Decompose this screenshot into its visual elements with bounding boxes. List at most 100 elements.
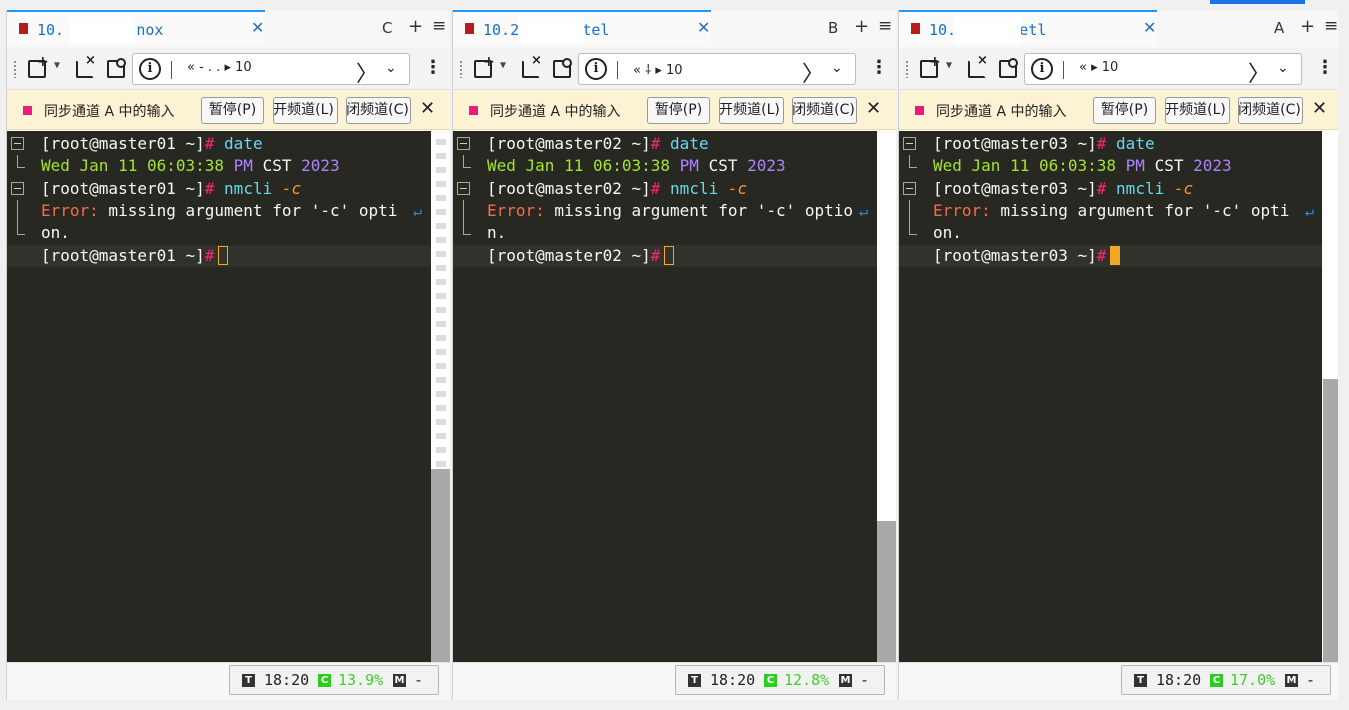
new-window-icon[interactable] [917, 50, 941, 80]
pause-button[interactable]: 暂停(P) [647, 97, 710, 124]
status-cpu: 13.9% [338, 671, 384, 689]
fold-icon[interactable] [457, 137, 470, 150]
open-channel-button[interactable]: 打开频道(L) [1165, 97, 1230, 124]
kebab-menu-icon[interactable]: ⋮ [1316, 57, 1334, 78]
fold-branch [463, 155, 471, 168]
time-badge-icon: T [1134, 674, 1147, 687]
toolbar: ▼ i « ⸸ ▸ 10 〉 ⌄ ⋮ [453, 48, 896, 90]
close-window-icon[interactable] [519, 49, 543, 80]
close-channel-button[interactable]: 关闭频道(C) [792, 97, 857, 124]
kebab-menu-icon[interactable]: ⋮ [870, 57, 888, 78]
sync-input-bar: 同步通道 A 中的输入 暂停(P) 打开频道(L) 关闭频道(C) ✕ [453, 90, 896, 130]
new-tab-icon[interactable]: + [854, 16, 869, 37]
chevron-down-icon[interactable]: ▼ [946, 60, 952, 71]
info-icon[interactable]: i [139, 58, 161, 80]
session-color-icon [19, 23, 28, 34]
terminal-output[interactable]: [root@master01 ~]# date Wed Jan 11 06:03… [7, 131, 431, 662]
fold-icon[interactable] [11, 182, 24, 195]
new-window-icon[interactable] [471, 50, 495, 80]
tab-bar: 10. 8-mellanox ✕ C + ≡ [7, 10, 450, 46]
tab-close-icon[interactable]: ✕ [1143, 18, 1156, 37]
fold-branch [909, 155, 917, 168]
chevron-down-icon[interactable]: ▼ [54, 60, 60, 71]
close-channel-button[interactable]: 关闭频道(C) [1238, 97, 1303, 124]
status-panel: T 18:20 C 17.0% M - [1121, 665, 1331, 695]
fold-icon[interactable] [11, 137, 24, 150]
address-bar[interactable]: i « ▸ 10 〉 ⌄ [1024, 53, 1302, 88]
tab-close-icon[interactable]: ✕ [697, 18, 710, 37]
kebab-menu-icon[interactable]: ⋮ [424, 57, 442, 78]
pause-button[interactable]: 暂停(P) [201, 97, 264, 124]
session-color-icon [465, 23, 474, 34]
duplicate-window-icon[interactable] [104, 56, 128, 80]
tab-menu-icon[interactable]: ≡ [1324, 16, 1338, 36]
sync-label: 同步通道 A 中的输入 [44, 104, 175, 120]
cpu-badge-icon: C [1210, 674, 1223, 687]
fold-icon[interactable] [903, 137, 916, 150]
terminal-output[interactable]: [root@master03 ~]# date Wed Jan 11 06:03… [899, 131, 1322, 662]
terminal-line: Error: missing argument for '-c' opti ↵ [899, 200, 1322, 222]
session-tab[interactable]: 10. 8-mellanox ✕ [7, 10, 265, 46]
memory-badge-icon: M [393, 674, 406, 687]
close-window-icon[interactable] [965, 49, 989, 80]
address-bar[interactable]: i « ⸸ ▸ 10 〉 ⌄ [578, 53, 856, 88]
terminal-line: on. [899, 222, 1322, 244]
terminal-output[interactable]: [root@master02 ~]# date Wed Jan 11 06:03… [453, 131, 877, 662]
terminal-current-line[interactable]: [root@master02 ~]# [453, 245, 877, 267]
address-bar[interactable]: i « - . . ▸ 10 〉 ⌄ [132, 53, 410, 88]
open-channel-button[interactable]: 打开频道(L) [719, 97, 784, 124]
close-icon[interactable]: ✕ [866, 98, 881, 119]
fold-branch [17, 200, 18, 222]
status-time: 18:20 [1156, 671, 1202, 689]
terminal-line: n. [453, 222, 877, 244]
session-tab[interactable]: 10. .14-inetl ✕ [899, 10, 1157, 46]
chevron-down-icon[interactable]: ▼ [500, 60, 506, 71]
toolbar-grip-icon[interactable] [13, 60, 17, 78]
scrollbar-thumb[interactable] [1323, 379, 1338, 662]
close-channel-button[interactable]: 关闭频道(C) [346, 97, 411, 124]
new-window-icon[interactable] [25, 50, 49, 80]
close-icon[interactable]: ✕ [1312, 98, 1327, 119]
tab-close-icon[interactable]: ✕ [251, 18, 264, 37]
chevron-down-icon[interactable]: ⌄ [831, 60, 843, 76]
chevron-right-icon[interactable]: 〉 [1248, 56, 1270, 88]
status-memory: - [860, 671, 870, 689]
duplicate-window-icon[interactable] [550, 56, 574, 80]
tab-menu-icon[interactable]: ≡ [878, 16, 892, 36]
status-bar: T 18:20 C 13.9% M - [7, 662, 450, 700]
close-icon[interactable]: ✕ [420, 98, 435, 119]
info-icon[interactable]: i [1031, 58, 1053, 80]
vertical-scrollbar[interactable] [877, 131, 896, 662]
fold-icon[interactable] [457, 182, 470, 195]
tab-menu-icon[interactable]: ≡ [432, 16, 446, 36]
scrollbar-thumb[interactable] [877, 521, 896, 662]
new-tab-icon[interactable]: + [1300, 16, 1315, 37]
toolbar-grip-icon[interactable] [459, 60, 463, 78]
cursor-block [1110, 246, 1121, 265]
pause-button[interactable]: 暂停(P) [1093, 97, 1156, 124]
terminal-current-line[interactable]: [root@master01 ~]# [7, 245, 431, 267]
chevron-right-icon[interactable]: 〉 [356, 56, 378, 88]
terminal-line: Error: missing argument for '-c' opti ↵ [7, 200, 431, 222]
status-bar: T 18:20 C 12.8% M - [453, 662, 896, 700]
open-channel-button[interactable]: 打开频道(L) [273, 97, 338, 124]
info-icon[interactable]: i [585, 58, 607, 80]
vertical-scrollbar[interactable] [1323, 131, 1338, 662]
terminal-current-line[interactable]: [root@master03 ~]# [899, 245, 1322, 267]
vertical-scrollbar[interactable] [431, 131, 450, 662]
tab-bar: 10. .14-inetl ✕ A + ≡ [899, 10, 1338, 46]
fold-branch [909, 222, 917, 235]
fold-icon[interactable] [903, 182, 916, 195]
new-tab-icon[interactable]: + [408, 16, 423, 37]
toolbar-grip-icon[interactable] [905, 60, 909, 78]
session-tab[interactable]: 10.2 .13-intel ✕ [453, 10, 711, 46]
terminal-line: [root@master01 ~]# nmcli -c [7, 178, 431, 200]
chevron-down-icon[interactable]: ⌄ [1277, 60, 1289, 76]
chevron-down-icon[interactable]: ⌄ [385, 60, 397, 76]
scrollbar-thumb[interactable] [431, 469, 450, 662]
redacted-block [955, 17, 1021, 43]
sync-indicator-icon [469, 106, 478, 115]
duplicate-window-icon[interactable] [996, 56, 1020, 80]
close-window-icon[interactable] [73, 49, 97, 80]
chevron-right-icon[interactable]: 〉 [802, 56, 824, 88]
